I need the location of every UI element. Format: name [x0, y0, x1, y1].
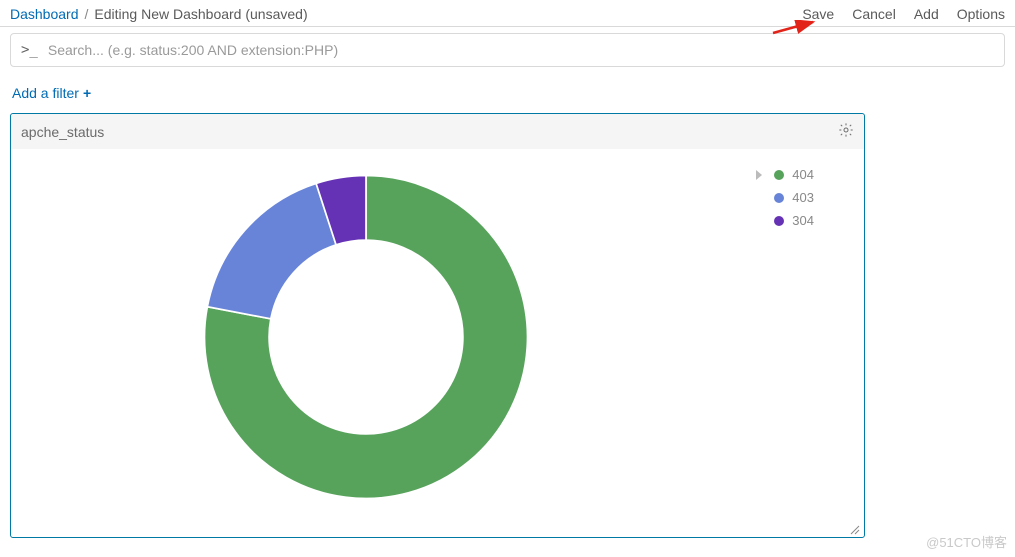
legend-swatch — [774, 216, 784, 226]
chart-legend: 404 403 304 — [752, 167, 814, 228]
donut-slice[interactable] — [207, 183, 336, 318]
legend-label: 404 — [792, 167, 814, 182]
breadcrumb-current: Editing New Dashboard (unsaved) — [94, 6, 307, 22]
legend-label: 403 — [792, 190, 814, 205]
search-prompt-icon: >_ — [21, 42, 38, 58]
action-bar: Save Cancel Add Options — [802, 6, 1005, 22]
visualization-panel: apche_status 404 403 304 — [10, 113, 865, 538]
breadcrumb-separator: / — [85, 6, 89, 22]
legend-swatch — [774, 170, 784, 180]
filter-bar: Add a filter + — [0, 75, 1015, 113]
legend-swatch — [774, 193, 784, 203]
add-filter-label: Add a filter — [12, 85, 79, 101]
add-filter-button[interactable]: Add a filter + — [12, 85, 91, 101]
watermark: @51CTO博客 — [926, 532, 1007, 551]
breadcrumb: Dashboard / Editing New Dashboard (unsav… — [10, 6, 308, 22]
cancel-button[interactable]: Cancel — [852, 6, 896, 22]
legend-item[interactable]: 404 — [752, 167, 814, 182]
plus-icon: + — [83, 85, 91, 101]
panel-body: 404 403 304 — [11, 149, 864, 536]
gear-icon[interactable] — [838, 122, 854, 141]
add-button[interactable]: Add — [914, 6, 939, 22]
panel-header: apche_status — [11, 114, 864, 149]
resize-handle-icon[interactable] — [848, 522, 860, 534]
save-button[interactable]: Save — [802, 6, 834, 22]
breadcrumb-root-link[interactable]: Dashboard — [10, 6, 79, 22]
search-bar[interactable]: >_ — [10, 33, 1005, 67]
panel-title: apche_status — [21, 124, 104, 140]
search-input[interactable] — [48, 42, 994, 58]
chevron-right-icon[interactable] — [752, 169, 766, 181]
donut-chart — [196, 167, 536, 507]
legend-item[interactable]: 304 — [752, 213, 814, 228]
legend-label: 304 — [792, 213, 814, 228]
legend-item[interactable]: 403 — [752, 190, 814, 205]
options-button[interactable]: Options — [957, 6, 1005, 22]
